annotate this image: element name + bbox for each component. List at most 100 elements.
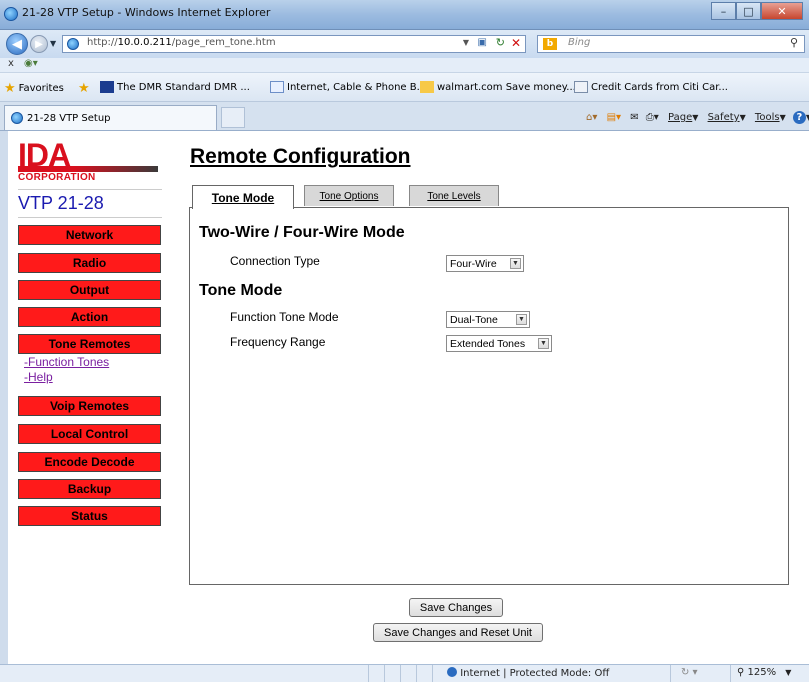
- sublink-help[interactable]: -Help: [24, 370, 53, 384]
- connection-type-label: Connection Type: [230, 254, 320, 268]
- zoom-icon: ⚲: [737, 667, 745, 678]
- nav-radio[interactable]: Radio: [18, 253, 161, 273]
- toolbar-close-icon[interactable]: x: [8, 58, 14, 69]
- window-frame: [0, 131, 8, 664]
- search-placeholder: Bing: [568, 37, 591, 48]
- page-title: Remote Configuration: [190, 145, 411, 168]
- tab-bar: 21-28 VTP Setup ⌂▾ ▤▾ ✉ ⎙▾ Page▼ Safety▼…: [0, 102, 809, 131]
- title-bar: 21-28 VTP Setup - Windows Internet Explo…: [0, 0, 809, 30]
- nav-tone-remotes[interactable]: Tone Remotes: [18, 334, 161, 354]
- favorite-label: Credit Cards from Citi Car...: [591, 81, 728, 93]
- status-segment: [368, 665, 384, 682]
- nav-action[interactable]: Action: [18, 307, 161, 327]
- zoom-control[interactable]: ⚲ 125% ▼: [730, 665, 809, 682]
- home-icon[interactable]: ⌂▾: [586, 112, 597, 123]
- close-window-button[interactable]: ✕: [761, 2, 803, 20]
- tab-tone-options[interactable]: Tone Options: [304, 185, 394, 206]
- chevron-down-icon: ▼: [538, 338, 549, 349]
- url-prefix: http://: [87, 37, 118, 48]
- page-content: IDA CORPORATION VTP 21-28 Network Radio …: [8, 131, 809, 664]
- sublink-function-tones[interactable]: -Function Tones: [24, 355, 109, 369]
- connection-type-select[interactable]: Four-Wire ▼: [446, 255, 524, 272]
- connection-type-value: Four-Wire: [450, 257, 497, 270]
- search-box[interactable]: b Bing ⚲: [537, 35, 805, 53]
- new-tab-button[interactable]: [221, 107, 245, 128]
- status-segment: [416, 665, 432, 682]
- section-heading-tone-mode: Tone Mode: [199, 282, 283, 299]
- favorites-star-icon: ★: [4, 81, 16, 96]
- favorite-label: The DMR Standard DMR ...: [117, 81, 250, 93]
- favorite-link-internet[interactable]: Internet, Cable & Phone B...: [270, 81, 426, 93]
- favorite-label: walmart.com Save money....: [437, 81, 579, 93]
- frequency-range-value: Extended Tones: [450, 337, 526, 350]
- tab-title: 21-28 VTP Setup: [27, 112, 111, 124]
- window-controls: – □ ✕: [711, 2, 803, 20]
- maximize-button[interactable]: □: [736, 2, 761, 20]
- mail-icon[interactable]: ✉: [630, 112, 638, 123]
- bing-icon: b: [543, 38, 557, 50]
- address-dropdown-icon[interactable]: ▼: [463, 38, 469, 47]
- window-title: 21-28 VTP Setup - Windows Internet Explo…: [22, 6, 271, 19]
- nav-encode-decode[interactable]: Encode Decode: [18, 452, 161, 472]
- stop-icon[interactable]: ✕: [511, 36, 521, 50]
- device-model: VTP 21-28: [18, 189, 162, 218]
- navigation-bar: ◀ ▶ ▼ http://10.0.0.211/page_rem_tone.ht…: [0, 30, 809, 58]
- nav-status[interactable]: Status: [18, 506, 161, 526]
- chevron-down-icon: ▼: [516, 314, 527, 325]
- logo-corp: CORPORATION: [18, 172, 96, 183]
- zoom-level: 125%: [747, 667, 777, 678]
- nav-backup[interactable]: Backup: [18, 479, 161, 499]
- feeds-icon[interactable]: ▤▾: [607, 112, 621, 123]
- safety-menu[interactable]: Safety: [708, 112, 740, 123]
- search-icon[interactable]: ⚲: [790, 36, 798, 49]
- frequency-range-label: Frequency Range: [230, 335, 326, 349]
- walmart-site-icon: [420, 81, 434, 93]
- refresh-icon[interactable]: ↻: [496, 36, 505, 49]
- protected-mode-icon[interactable]: ↻ ▾: [670, 665, 730, 682]
- tab-tone-levels[interactable]: Tone Levels: [409, 185, 499, 206]
- save-reset-button[interactable]: Save Changes and Reset Unit: [373, 623, 543, 642]
- favorite-label: Internet, Cable & Phone B...: [287, 81, 427, 93]
- zone-text: Internet | Protected Mode: Off: [460, 668, 610, 679]
- status-segment: [384, 665, 400, 682]
- address-bar[interactable]: http://10.0.0.211/page_rem_tone.htm ▼ ▣ …: [62, 35, 526, 53]
- dmr-site-icon: [100, 81, 114, 93]
- function-tone-mode-label: Function Tone Mode: [230, 310, 339, 324]
- print-icon[interactable]: ⎙▾: [646, 112, 659, 123]
- favorite-link-dmr[interactable]: The DMR Standard DMR ...: [100, 81, 250, 93]
- frequency-range-select[interactable]: Extended Tones ▼: [446, 335, 552, 352]
- minimize-button[interactable]: –: [711, 2, 736, 20]
- tools-menu[interactable]: Tools: [755, 112, 780, 123]
- recent-pages-dropdown-icon[interactable]: ▼: [50, 39, 56, 48]
- internet-site-icon: [270, 81, 284, 93]
- compatibility-icon[interactable]: ▣: [478, 37, 487, 48]
- status-segment: [400, 665, 416, 682]
- add-favorite-icon: ★: [78, 81, 90, 96]
- tone-mode-panel: Two-Wire / Four-Wire Mode Connection Typ…: [189, 207, 789, 585]
- function-tone-mode-select[interactable]: Dual-Tone ▼: [446, 311, 530, 328]
- tab-tone-mode[interactable]: Tone Mode: [192, 185, 294, 209]
- nav-voip-remotes[interactable]: Voip Remotes: [18, 396, 161, 416]
- help-icon[interactable]: ?: [792, 111, 806, 124]
- tab-page-icon: [11, 112, 23, 124]
- favorite-link-walmart[interactable]: walmart.com Save money....: [420, 81, 579, 93]
- url-path: /page_rem_tone.htm: [171, 37, 276, 48]
- save-changes-button[interactable]: Save Changes: [409, 598, 503, 617]
- favorites-button[interactable]: ★ Favorites: [4, 81, 64, 96]
- zoom-dropdown-icon: ▼: [785, 668, 792, 677]
- favorite-link-citi[interactable]: Credit Cards from Citi Car...: [574, 81, 728, 93]
- globe-icon: [447, 667, 457, 677]
- nav-local-control[interactable]: Local Control: [18, 424, 161, 444]
- back-button[interactable]: ◀: [6, 33, 28, 55]
- forward-button[interactable]: ▶: [30, 35, 48, 53]
- add-favorite-button[interactable]: ★: [78, 81, 90, 96]
- browser-tab[interactable]: 21-28 VTP Setup: [4, 105, 217, 130]
- page-menu[interactable]: Page: [668, 112, 692, 123]
- security-zone[interactable]: Internet | Protected Mode: Off: [432, 665, 670, 682]
- page-icon: [67, 38, 79, 50]
- url-host: 10.0.0.211: [117, 37, 172, 48]
- addon-icon[interactable]: ◉▾: [24, 58, 38, 69]
- nav-output[interactable]: Output: [18, 280, 161, 300]
- citi-site-icon: [574, 81, 588, 93]
- nav-network[interactable]: Network: [18, 225, 161, 245]
